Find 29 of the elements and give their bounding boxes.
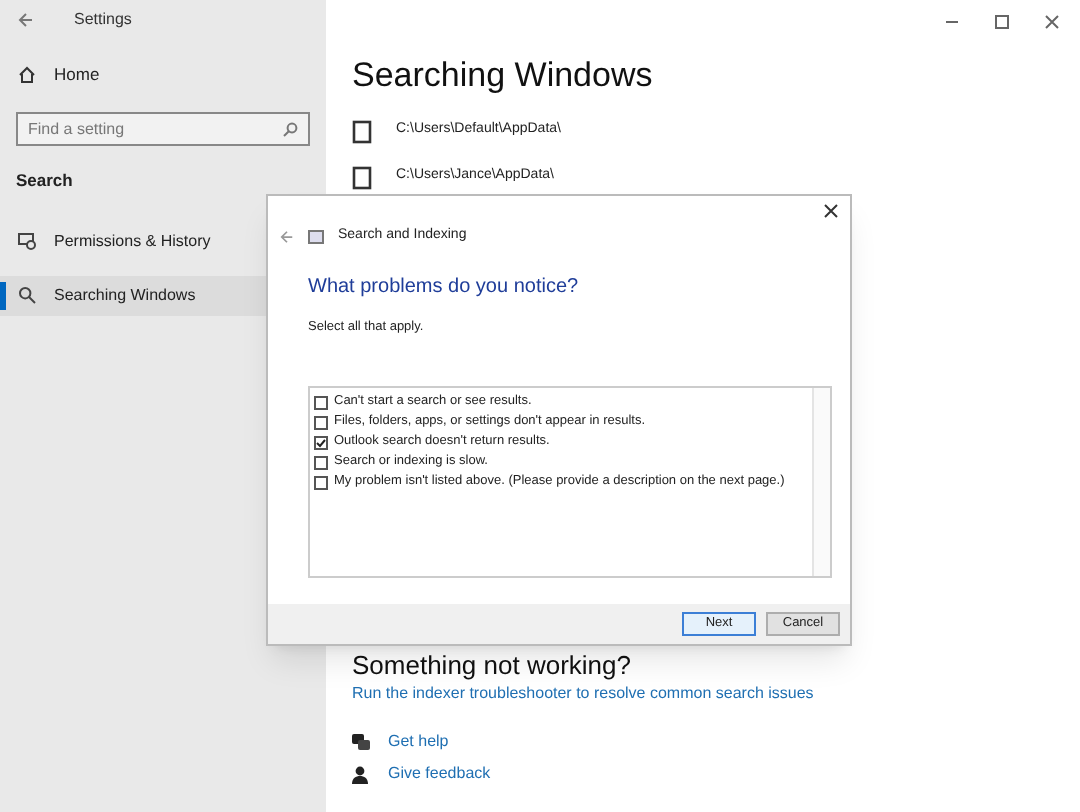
checkbox[interactable] [314, 475, 328, 490]
close-icon[interactable] [824, 204, 838, 218]
help-link[interactable]: Give feedback [388, 762, 491, 786]
checkbox[interactable] [314, 435, 328, 450]
search-icon [282, 121, 298, 137]
person-icon [352, 765, 370, 783]
sidebar-item[interactable]: Permissions & History [0, 221, 326, 262]
help-link[interactable]: Get help [388, 730, 449, 754]
section-heading: Something not working? [352, 648, 631, 684]
page-title: Searching Windows [352, 54, 655, 98]
checkbox[interactable] [314, 395, 328, 410]
back-arrow-icon[interactable] [18, 12, 34, 28]
troubleshooter-link[interactable]: Run the indexer troubleshooter to resolve common search issues [352, 682, 814, 706]
folder-checkbox-icon [352, 119, 372, 143]
checkbox[interactable] [314, 455, 328, 470]
back-arrow-icon[interactable] [280, 229, 294, 243]
folder-checkbox-icon [352, 165, 372, 189]
home-nav-item[interactable]: Home [0, 58, 326, 90]
maximize-icon[interactable] [994, 14, 1010, 30]
close-icon[interactable] [1044, 14, 1060, 30]
search-field[interactable]: Find a setting [16, 112, 310, 146]
section-heading: Search [14, 168, 75, 194]
checkbox[interactable] [314, 415, 328, 430]
window-title: Settings [74, 8, 132, 32]
window-app-icon [308, 229, 324, 243]
home-icon [18, 65, 36, 83]
chat-bubbles-icon [352, 734, 370, 750]
shield-screen-icon [18, 232, 36, 251]
search-icon [18, 286, 36, 305]
